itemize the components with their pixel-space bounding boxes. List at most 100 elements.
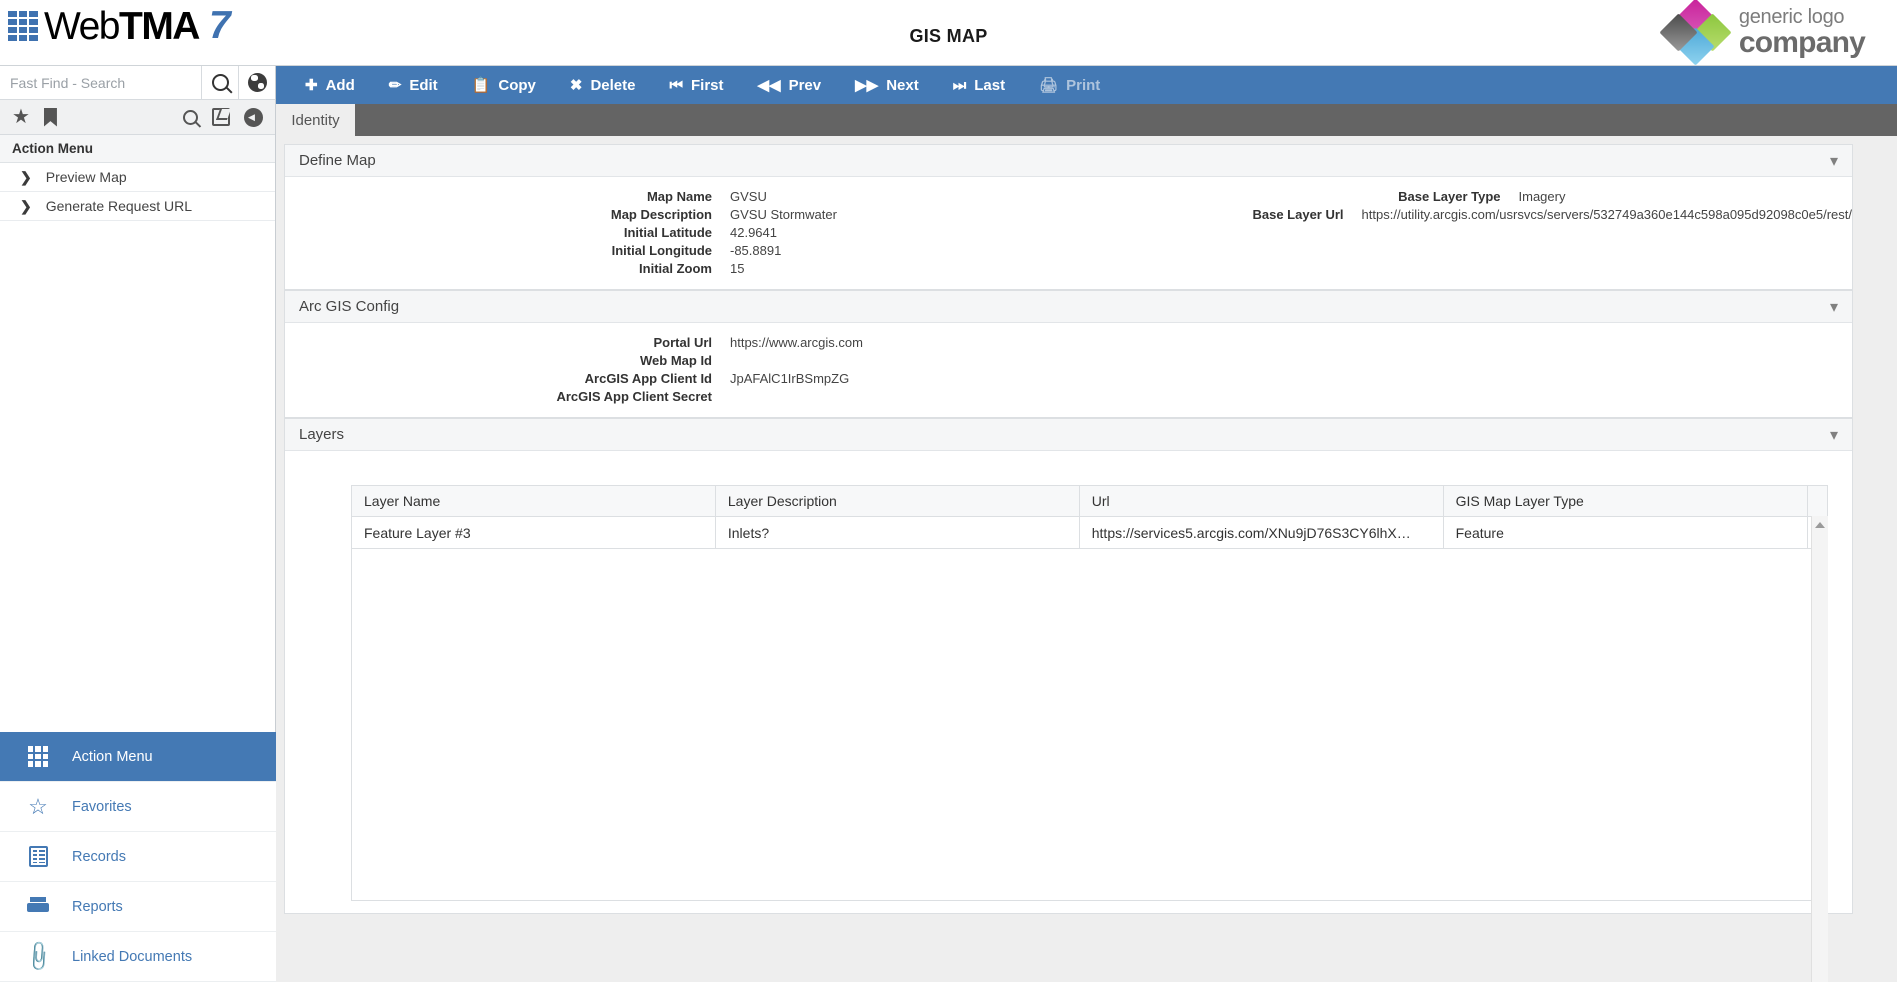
sidebar-item-linked-documents[interactable]: 📎 Linked Documents [0,932,276,982]
prev-button[interactable]: ◀◀ Prev [741,66,839,104]
define-map-panel: Define Map ▾ Map Name GVSU Map Descripti… [284,144,1853,290]
cell-url: https://services5.arcgis.com/XNu9jD76S3C… [1079,517,1443,549]
scroll-up-arrow-icon[interactable] [1815,522,1825,528]
plus-icon: ✚ [305,76,318,94]
tab-bar: Identity [276,104,1897,136]
field-value: https://utility.arcgis.com/usrsvcs/serve… [1362,207,1852,222]
action-menu-header: Action Menu [0,135,275,163]
layers-header: Layers ▾ [285,419,1852,451]
first-button[interactable]: ⏮ First [652,66,740,104]
field-portal-url: Portal Url https://www.arcgis.com [285,333,1069,351]
first-record-icon: ⏮ [669,77,683,94]
arcgis-config-body: Portal Url https://www.arcgis.com Web Ma… [285,323,1852,417]
field-arcgis-app-client-secret: ArcGIS App Client Secret [285,387,1069,405]
page-title: GIS MAP [0,26,1897,47]
sidebar-item-favorites[interactable]: ☆ Favorites [0,782,276,832]
company-logo-text: generic logo company [1739,7,1865,58]
delete-button[interactable]: ✖ Delete [553,66,653,104]
prev-record-icon: ◀◀ [758,76,781,94]
edit-button-label: Edit [409,77,437,94]
next-button[interactable]: ▶▶ Next [838,66,936,104]
copy-icon: 📋 [472,76,491,94]
define-map-right-column: Base Layer Type Imagery Base Layer Url h… [1069,187,1853,277]
field-value: 15 [730,261,744,276]
fast-find-row [0,66,275,100]
field-value: GVSU Stormwater [730,207,837,222]
sidebar-bottom-nav: Action Menu ☆ Favorites Records Reports … [0,732,276,982]
edit-button[interactable]: ✏ Edit [372,66,455,104]
chevron-right-icon: ❯ [20,169,32,186]
printer-icon [26,895,50,919]
layers-title: Layers [299,426,344,443]
cell-layer-name: Feature Layer #3 [352,517,716,549]
field-value: 42.9641 [730,225,777,240]
chevron-down-icon[interactable]: ▾ [1830,151,1838,171]
last-button[interactable]: ⏭ Last [936,66,1022,104]
define-map-body: Map Name GVSU Map Description GVSU Storm… [285,177,1852,289]
chevron-right-icon: ❯ [20,198,32,215]
column-header-gis-map-layer-type[interactable]: GIS Map Layer Type [1443,486,1807,517]
column-header-layer-name[interactable]: Layer Name [352,486,716,517]
layers-panel: Layers ▾ Layer Name Layer Description Ur… [284,418,1853,914]
sidebar-toolbar: ★ [0,100,275,135]
print-button[interactable]: 🖨 Print [1022,66,1117,104]
star-outline-icon: ☆ [26,795,50,819]
table-row[interactable]: Feature Layer #3 Inlets? https://service… [352,517,1828,549]
prev-button-label: Prev [789,77,822,94]
field-initial-zoom: Initial Zoom 15 [285,259,1069,277]
table-header-row: Layer Name Layer Description Url GIS Map… [352,486,1828,517]
tab-identity[interactable]: Identity [276,104,355,136]
field-initial-longitude: Initial Longitude -85.8891 [285,241,1069,259]
copy-button[interactable]: 📋 Copy [455,66,553,104]
cell-layer-description: Inlets? [715,517,1079,549]
new-window-icon[interactable] [212,108,230,126]
bookmark-icon[interactable] [44,108,57,127]
global-search-button[interactable] [238,66,275,99]
field-value: GVSU [730,189,767,204]
sidebar-item-action-menu[interactable]: Action Menu [0,732,276,782]
chevron-down-icon[interactable]: ▾ [1830,297,1838,317]
table-vertical-scrollbar[interactable] [1811,516,1828,982]
company-logo-line1: generic logo [1739,7,1865,27]
table-empty-area [351,549,1828,901]
add-button[interactable]: ✚ Add [288,66,372,104]
first-button-label: First [691,77,724,94]
field-value: -85.8891 [730,243,781,258]
field-label: ArcGIS App Client Id [285,371,730,386]
main-content: Define Map ▾ Map Name GVSU Map Descripti… [276,136,1897,982]
field-base-layer-type: Base Layer Type Imagery [1069,187,1853,205]
search-input[interactable] [0,66,201,99]
sidebar-item-reports[interactable]: Reports [0,882,276,932]
star-icon[interactable]: ★ [12,107,30,127]
column-header-layer-description[interactable]: Layer Description [715,486,1079,517]
last-button-label: Last [974,77,1005,94]
field-label: Initial Zoom [285,261,730,276]
app-header: WebTMA 7 GIS MAP generic logo company [0,0,1897,66]
define-map-title: Define Map [299,152,376,169]
printer-icon: 🖨 [1039,76,1058,94]
action-toolbar: ✚ Add ✏ Edit 📋 Copy ✖ Delete ⏮ First ◀◀ … [276,66,1897,104]
delete-button-label: Delete [590,77,635,94]
field-label: ArcGIS App Client Secret [285,389,730,404]
arcgis-config-title: Arc GIS Config [299,298,399,315]
field-value: Imagery [1519,189,1566,204]
search-icon[interactable] [183,110,198,125]
define-map-left-column: Map Name GVSU Map Description GVSU Storm… [285,187,1069,277]
cell-gis-map-layer-type: Feature [1443,517,1807,549]
back-arrow-icon[interactable] [244,108,263,127]
sidebar-item-generate-request-url[interactable]: ❯ Generate Request URL [0,192,275,221]
search-button[interactable] [201,66,238,99]
field-label: Map Name [285,189,730,204]
column-header-url[interactable]: Url [1079,486,1443,517]
layers-table: Layer Name Layer Description Url GIS Map… [351,485,1828,549]
field-label: Portal Url [285,335,730,350]
sidebar-item-records[interactable]: Records [0,832,276,882]
sidebar-item-preview-map[interactable]: ❯ Preview Map [0,163,275,192]
arcgis-config-right-column [1069,333,1853,405]
print-button-label: Print [1066,77,1100,94]
company-logo-line2: company [1739,28,1865,58]
grid-icon [26,745,50,769]
last-record-icon: ⏭ [953,77,967,94]
field-map-name: Map Name GVSU [285,187,1069,205]
chevron-down-icon[interactable]: ▾ [1830,425,1838,445]
